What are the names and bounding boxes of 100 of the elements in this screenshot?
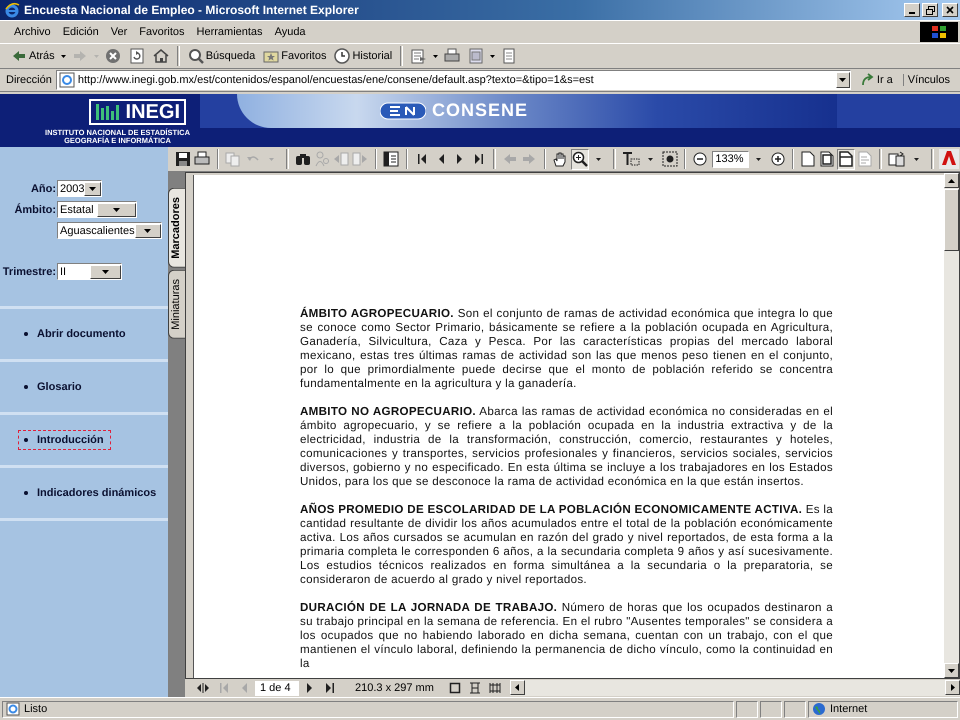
caret-icon <box>490 54 496 58</box>
status-text: Listo <box>24 703 48 715</box>
menu-item[interactable]: Favoritos <box>133 24 191 40</box>
caret-icon <box>113 208 120 212</box>
restore-icon <box>926 6 934 14</box>
caret-icon <box>433 54 438 58</box>
fit-width-icon <box>839 151 854 167</box>
menu-item[interactable]: Ayuda <box>268 24 312 40</box>
globe-icon <box>812 702 826 716</box>
facing-pages-icon <box>488 682 501 694</box>
banner-title: CONSENE <box>432 100 528 121</box>
toolbar-button[interactable] <box>382 148 401 170</box>
links-button[interactable]: Vínculos <box>902 74 958 86</box>
go-button[interactable]: Ir a <box>854 73 899 87</box>
page-number-field[interactable]: 1 de 4 <box>255 680 299 696</box>
last-page-icon <box>473 151 486 167</box>
toolbar-button[interactable]: Atrás <box>8 46 58 66</box>
toolbar-button[interactable] <box>818 148 836 170</box>
dropdown-field[interactable]: Estatal <box>57 201 137 218</box>
minus-circle-icon <box>693 152 708 166</box>
forward-arrow-icon <box>521 151 538 167</box>
binoculars-icon <box>294 151 311 167</box>
caret-icon <box>596 158 602 160</box>
caret-icon <box>94 54 99 58</box>
dropdown-field[interactable]: II <box>57 263 122 280</box>
toolbar-button[interactable] <box>887 148 907 170</box>
caret-icon <box>648 158 653 160</box>
copy-icon <box>225 151 242 167</box>
nav-link[interactable]: Indicadores dinámicos <box>18 483 164 503</box>
side-tab[interactable]: Marcadores <box>168 188 185 268</box>
filter-label: Trimestre: <box>2 266 56 278</box>
ie-page-icon <box>58 72 75 88</box>
snapshot-icon <box>662 151 678 167</box>
menu-item[interactable]: Herramientas <box>190 24 269 40</box>
toolbar-button[interactable]: Búsqueda <box>184 46 258 66</box>
menu-item[interactable]: Edición <box>56 24 105 40</box>
toolbar-button[interactable] <box>570 148 589 170</box>
status-panel <box>736 700 758 718</box>
plus-circle-icon <box>770 152 785 166</box>
rotate-page-icon <box>888 151 906 167</box>
ene-logo-icon <box>380 100 426 120</box>
dropdown-field[interactable]: 2003 <box>57 180 102 197</box>
ie-page-icon <box>6 702 20 716</box>
square-icon <box>448 682 461 694</box>
fit-page-icon <box>820 151 834 167</box>
notepad-icon <box>501 48 518 64</box>
mail-icon <box>411 48 428 64</box>
toolbar-button[interactable] <box>660 148 679 170</box>
ie-logo-icon <box>4 2 20 18</box>
glossary-paragraph: AÑOS PROMEDIO DE ESCOLARIDAD DE LA POBLACIÓN ECONOMICAMENTE ACTIVA. Es la cantidad resultante de dividir los años acumulados entre el total de la población económicamente activa. Los años cursados se acumulan en razón del grado y nivel reportados, de esta forma a la primaria completa le corresponden 6 años, a la secundaria completa 9 años y así sucesivamente. Los estudios técnicos realizados en forma simultánea a la secundaria o la preparatoria, se consideraron de acuerdo al grado y nivel reportados. <box>300 503 833 587</box>
document-edit-icon <box>468 48 484 64</box>
menu-item[interactable]: Ver <box>104 24 134 40</box>
filter-label: Año: <box>30 183 56 195</box>
nav-link[interactable]: Introducción <box>18 430 111 450</box>
status-panel <box>784 700 806 718</box>
minimize-button[interactable] <box>904 3 920 17</box>
document-left-icon <box>333 151 350 167</box>
zoom-field[interactable]: 133% <box>712 150 749 168</box>
caret-icon <box>60 54 66 58</box>
toolbar-button[interactable]: Favoritos <box>260 46 330 66</box>
caret-icon <box>269 158 274 160</box>
document-right-icon <box>352 151 368 167</box>
side-tab[interactable]: Miniaturas <box>168 270 185 339</box>
glossary-paragraph: ÁMBITO AGROPECUARIO. Son el conjunto de ramas de actividad económica que integra lo que se conoce como Sector Primario, básicamente se refiere a la población ocupada en Agricultura, Ganadería, Silvicultura, Caza y Pesca. Por las características propias del mercado laboral mexicano, estas tres últimas ramas de actividad son las que menos peso tienen en el conjunto, por lo que primordialmente puede decirse que el monto de población referido se concentra fundamentalmente en la agricultura y la ganadería. <box>300 307 833 391</box>
address-field[interactable]: http://www.inegi.gob.mx/est/contenidos/espanol/encuestas/ene/consene/default.asp?texto=&tipo=1&s=est <box>56 70 851 90</box>
search-icon <box>188 48 204 64</box>
toolbar-button[interactable]: Historial <box>331 46 396 66</box>
restore-button[interactable] <box>922 3 938 17</box>
security-zone: Internet <box>830 703 868 715</box>
printer-icon <box>194 151 210 167</box>
windows-flag-icon <box>920 22 958 42</box>
nav-link[interactable]: Glosario <box>18 377 89 397</box>
toolbar-button[interactable] <box>799 148 818 170</box>
close-button[interactable] <box>942 3 958 17</box>
blank-page-icon <box>801 151 816 167</box>
person-search-icon <box>314 151 330 167</box>
panel-icon <box>383 151 400 167</box>
toolbar-button[interactable] <box>837 148 856 170</box>
menu-item[interactable]: Archivo <box>8 24 57 40</box>
site-logo[interactable]: INEGI <box>88 99 186 125</box>
last-page-icon <box>324 680 336 696</box>
vertical-scrollbar[interactable] <box>944 173 959 678</box>
hand-icon <box>552 151 568 167</box>
caret-icon <box>144 228 152 232</box>
left-arrow-icon <box>515 684 520 691</box>
filter-label: Ámbito: <box>14 204 56 216</box>
clock-globe-icon <box>334 48 350 64</box>
scrollbar-thumb[interactable] <box>944 189 959 251</box>
magnifier-plus-icon <box>572 151 588 167</box>
address-label: Dirección <box>6 74 52 86</box>
caret-icon <box>756 158 762 160</box>
nav-link[interactable]: Abrir documento <box>18 324 133 344</box>
caret-icon <box>839 78 846 82</box>
caret-icon <box>102 270 109 274</box>
caret-icon <box>89 186 96 190</box>
text-select-icon <box>622 151 640 167</box>
horizontal-scrollbar[interactable] <box>510 680 960 696</box>
dropdown-field[interactable]: Aguascalientes <box>57 222 162 239</box>
printer-icon <box>444 48 460 64</box>
house-icon <box>152 48 169 64</box>
